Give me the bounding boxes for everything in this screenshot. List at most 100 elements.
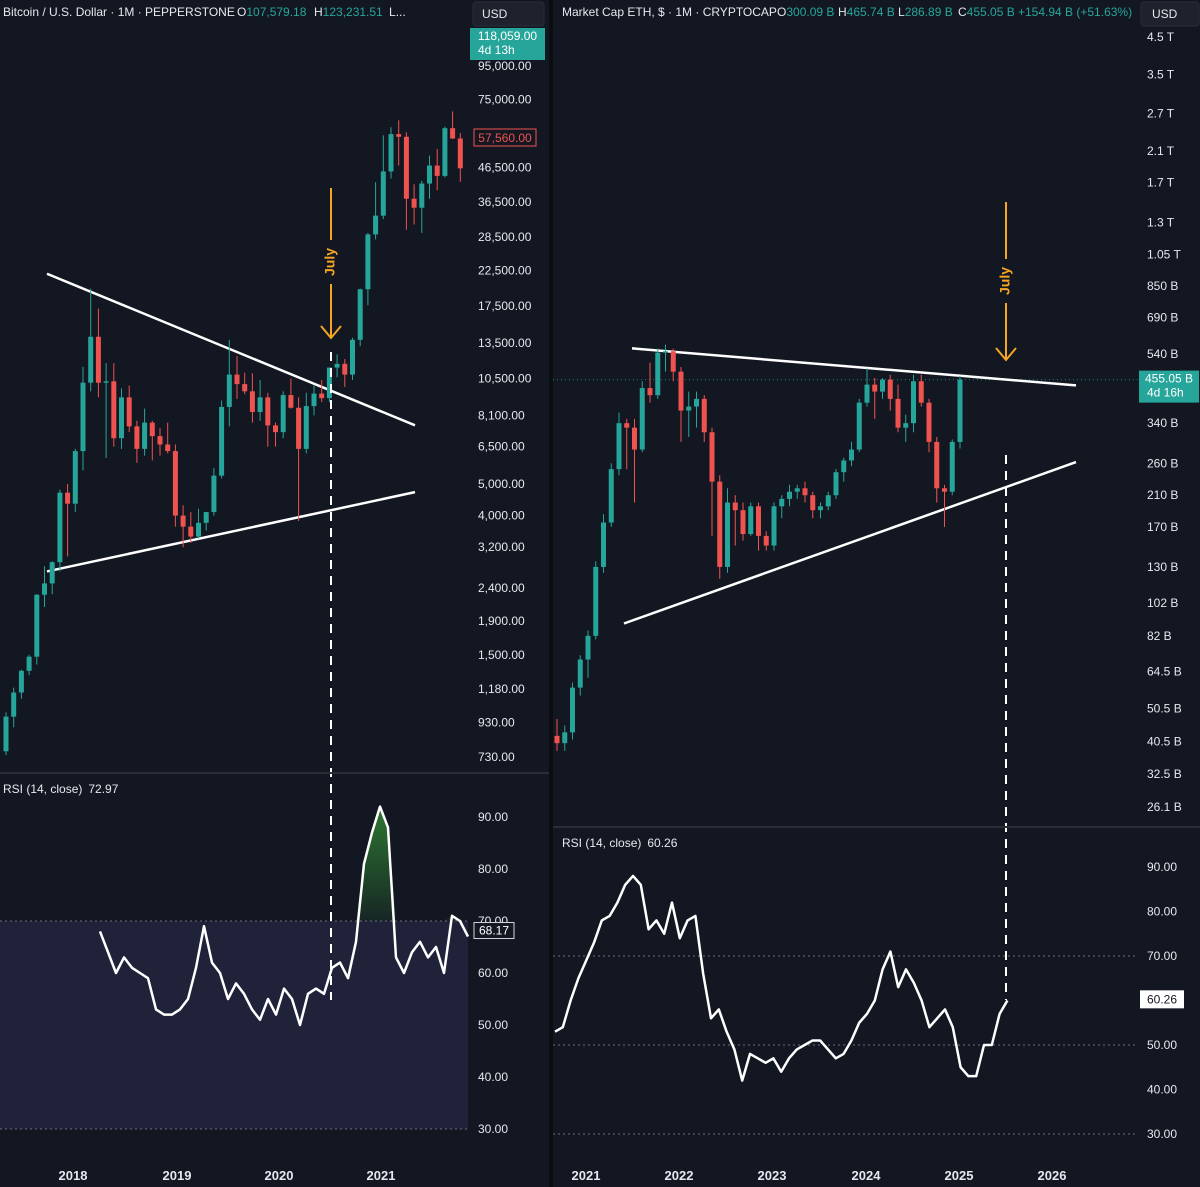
candle-body[interactable] — [142, 422, 148, 449]
candle-body[interactable] — [562, 732, 568, 744]
candle-body[interactable] — [211, 475, 217, 513]
candle[interactable] — [748, 502, 754, 536]
candle[interactable] — [717, 475, 723, 579]
candle-body[interactable] — [319, 393, 325, 399]
candle-body[interactable] — [103, 381, 109, 383]
candle-body[interactable] — [380, 171, 386, 216]
candle-body[interactable] — [849, 449, 854, 461]
candle-body[interactable] — [616, 423, 622, 470]
left-currency-button-label[interactable]: USD — [482, 7, 508, 21]
candle-body[interactable] — [918, 381, 924, 403]
candle-body[interactable] — [725, 502, 730, 567]
candle[interactable] — [34, 594, 40, 665]
candle-body[interactable] — [663, 351, 668, 353]
candle-body[interactable] — [334, 363, 340, 368]
candle-body[interactable] — [119, 397, 124, 439]
candle-body[interactable] — [219, 406, 225, 476]
right-currency-button-label[interactable]: USD — [1152, 7, 1178, 21]
candle-body[interactable] — [880, 379, 885, 392]
candle[interactable] — [608, 463, 614, 527]
candle-body[interactable] — [717, 481, 723, 567]
candle-body[interactable] — [72, 451, 78, 504]
candle-body[interactable] — [126, 397, 132, 427]
candle[interactable] — [655, 348, 661, 399]
candle[interactable] — [771, 502, 777, 551]
candle-body[interactable] — [601, 522, 606, 567]
candle-body[interactable] — [887, 379, 893, 399]
candle-body[interactable] — [442, 128, 448, 176]
candle-body[interactable] — [196, 522, 201, 537]
candle-body[interactable] — [18, 670, 24, 693]
candle-body[interactable] — [26, 656, 32, 671]
panel-divider[interactable] — [549, 0, 553, 1187]
candle-body[interactable] — [577, 659, 583, 688]
candle-body[interactable] — [188, 526, 194, 537]
candle[interactable] — [949, 439, 955, 496]
candle-body[interactable] — [411, 198, 417, 208]
candle[interactable] — [357, 288, 363, 347]
candle[interactable] — [350, 337, 355, 380]
right-currency-button[interactable]: USD — [1140, 1, 1200, 27]
candle-body[interactable] — [911, 381, 916, 424]
candle-body[interactable] — [226, 374, 232, 407]
candle-body[interactable] — [457, 138, 463, 169]
candle-body[interactable] — [57, 492, 63, 563]
marker-price-tag[interactable]: 57,560.00 — [473, 128, 537, 147]
candle-body[interactable] — [694, 398, 699, 407]
candle-body[interactable] — [280, 395, 286, 433]
candle-body[interactable] — [709, 432, 715, 482]
candle[interactable] — [219, 400, 225, 479]
candle-body[interactable] — [303, 406, 309, 449]
candle-body[interactable] — [134, 426, 140, 449]
candle-body[interactable] — [65, 492, 71, 504]
candle[interactable] — [856, 398, 862, 453]
candle-body[interactable] — [825, 495, 831, 507]
candle-body[interactable] — [273, 425, 278, 433]
candle-body[interactable] — [172, 451, 178, 516]
candle-body[interactable] — [732, 502, 738, 511]
candle-body[interactable] — [427, 165, 432, 184]
candle[interactable] — [172, 444, 178, 527]
candle-body[interactable] — [934, 441, 940, 489]
candle-body[interactable] — [554, 735, 560, 744]
candle-body[interactable] — [957, 379, 963, 442]
candle-body[interactable] — [949, 441, 955, 492]
candle[interactable] — [72, 448, 78, 513]
candle-body[interactable] — [856, 402, 862, 450]
candle-body[interactable] — [632, 427, 637, 450]
candle-body[interactable] — [810, 495, 816, 511]
candle[interactable] — [570, 682, 575, 740]
candle-body[interactable] — [639, 388, 645, 450]
candle-body[interactable] — [771, 506, 777, 546]
candle[interactable] — [639, 381, 645, 453]
candle-body[interactable] — [895, 398, 901, 428]
candle[interactable] — [601, 514, 606, 573]
candle-body[interactable] — [942, 488, 947, 492]
candle-body[interactable] — [748, 506, 754, 535]
candle-body[interactable] — [3, 716, 9, 752]
candle-body[interactable] — [242, 384, 248, 392]
candle-body[interactable] — [802, 488, 808, 496]
candle-body[interactable] — [365, 234, 371, 290]
candle-body[interactable] — [593, 566, 599, 636]
candle-body[interactable] — [841, 460, 847, 473]
candle-body[interactable] — [787, 491, 792, 499]
candle-body[interactable] — [686, 406, 692, 411]
candle-body[interactable] — [756, 506, 761, 536]
candle-body[interactable] — [388, 134, 394, 172]
candle-body[interactable] — [157, 436, 163, 445]
candle-body[interactable] — [434, 165, 440, 176]
candle-body[interactable] — [570, 687, 575, 733]
candle-body[interactable] — [655, 352, 661, 396]
candle-body[interactable] — [149, 422, 155, 437]
candle-body[interactable] — [779, 498, 785, 507]
candle[interactable] — [833, 469, 839, 499]
candle-body[interactable] — [585, 635, 591, 660]
candle-body[interactable] — [818, 506, 823, 511]
candle-body[interactable] — [234, 374, 240, 385]
candle-body[interactable] — [49, 562, 55, 584]
candle-body[interactable] — [88, 336, 94, 383]
candle-body[interactable] — [701, 398, 707, 433]
candle-body[interactable] — [257, 397, 263, 412]
candle[interactable] — [57, 489, 63, 572]
